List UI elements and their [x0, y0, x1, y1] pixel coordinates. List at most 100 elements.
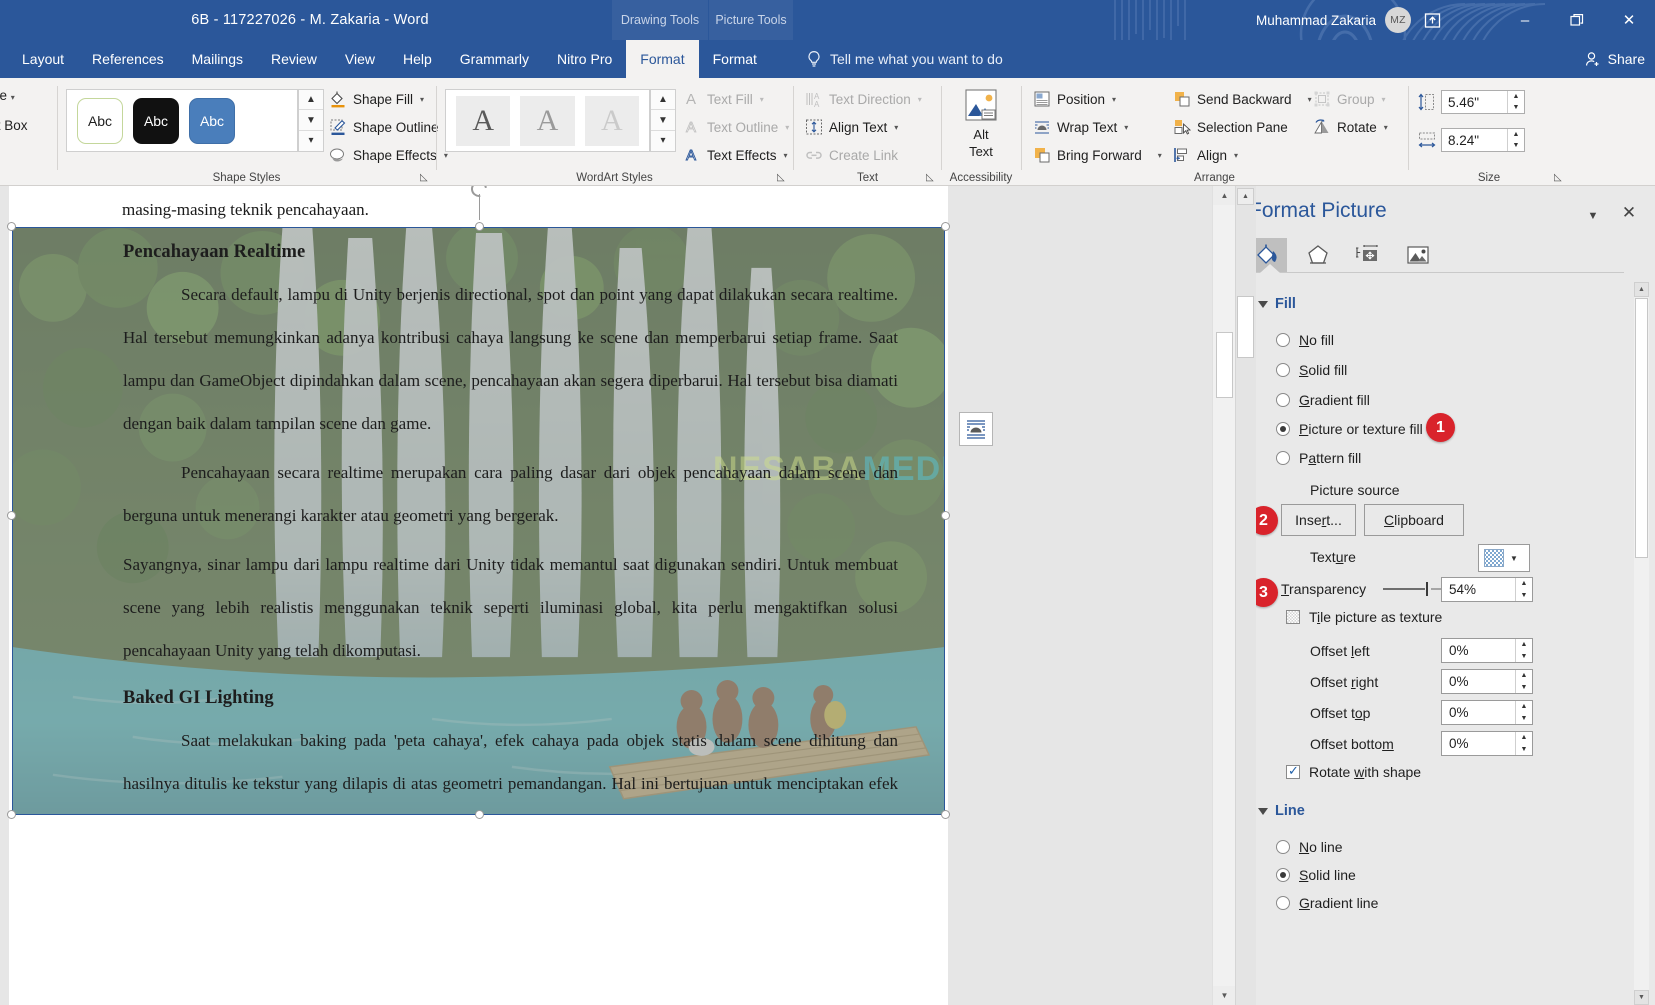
text-fill-button[interactable]: A Text Fill ▾: [680, 86, 767, 112]
wordart-dialog-launcher[interactable]: ◺: [777, 172, 789, 184]
offset-left-spinner[interactable]: ▲▼: [1515, 639, 1532, 662]
document-text-content[interactable]: Pencahayaan Realtime Secara default, lam…: [13, 228, 944, 814]
scrollbar-thumb[interactable]: [1216, 332, 1233, 398]
panel-tab-layout-properties[interactable]: [1349, 238, 1387, 272]
wordart-thumb-3[interactable]: A: [585, 96, 639, 146]
insert-picture-button[interactable]: Insert...: [1281, 504, 1356, 536]
slider-knob[interactable]: [1426, 582, 1428, 596]
panel-tab-picture[interactable]: [1399, 238, 1437, 272]
resize-handle-top-center[interactable]: [475, 222, 484, 231]
wordart-styles-gallery[interactable]: A A A: [445, 89, 650, 152]
shape-width-spinner[interactable]: ▲▼: [1507, 129, 1524, 151]
resize-handle-middle-left[interactable]: [7, 511, 16, 520]
close-button[interactable]: ✕: [1603, 0, 1655, 40]
shape-effects-button[interactable]: Shape Effects ▾: [326, 142, 451, 168]
gallery-more-icon[interactable]: ▾: [299, 131, 323, 151]
radio-gradient-fill[interactable]: Gradient fill: [1276, 392, 1370, 408]
panel-scroll-down-icon[interactable]: ▼: [1634, 990, 1649, 1005]
tab-mailings[interactable]: Mailings: [178, 40, 257, 78]
tab-format-picture[interactable]: Format: [699, 40, 771, 78]
wrap-text-button[interactable]: Wrap Text ▾: [1030, 114, 1131, 140]
clipboard-button[interactable]: Clipboard: [1364, 504, 1464, 536]
panel-outer-scrollbar[interactable]: ▲: [1236, 186, 1256, 1005]
line-section-header[interactable]: Line: [1258, 803, 1305, 819]
edit-shape-button[interactable]: pe ▾: [0, 88, 15, 103]
shape-fill-button[interactable]: Shape Fill ▾: [326, 86, 427, 112]
fill-section-header[interactable]: Fill: [1258, 296, 1296, 312]
selection-pane-button[interactable]: Selection Pane: [1170, 114, 1291, 140]
share-button[interactable]: Share: [1585, 40, 1645, 78]
resize-handle-bottom-center[interactable]: [475, 810, 484, 819]
panel-inner-scrollbar[interactable]: ▲ ▼: [1634, 282, 1649, 1005]
wordart-scroll-up-icon[interactable]: ▲: [651, 90, 675, 110]
shape-styles-gallery[interactable]: Abc Abc Abc: [66, 89, 298, 152]
radio-no-line[interactable]: No line: [1276, 839, 1343, 855]
panel-scroll-up-icon[interactable]: ▲: [1634, 282, 1649, 297]
shape-height-field[interactable]: 5.46" ▲▼: [1441, 90, 1525, 114]
selected-picture-shape[interactable]: NESABAMEDIA Pencahayaan Realtime Secara …: [12, 227, 945, 815]
wordart-gallery-scroll[interactable]: ▲ ▼ ▾: [650, 89, 676, 152]
transparency-value-field[interactable]: 54% ▲▼: [1441, 577, 1533, 602]
rotate-with-shape-checkbox[interactable]: Rotate with shape: [1286, 764, 1421, 780]
texture-picker[interactable]: ▼: [1478, 544, 1530, 572]
text-outline-button[interactable]: A Text Outline ▾: [680, 114, 792, 140]
position-button[interactable]: Position ▾: [1030, 86, 1119, 112]
layout-options-button[interactable]: [959, 412, 993, 446]
create-link-button[interactable]: Create Link: [802, 142, 901, 168]
shape-style-thumb-2[interactable]: Abc: [133, 98, 179, 144]
resize-handle-top-left[interactable]: [7, 222, 16, 231]
user-account-area[interactable]: Muhammad Zakaria MZ: [1256, 0, 1411, 40]
offset-right-field[interactable]: 0% ▲▼: [1441, 669, 1533, 694]
scroll-up-icon[interactable]: ▲: [1213, 186, 1236, 205]
size-dialog-launcher[interactable]: ◺: [1554, 172, 1566, 184]
wordart-scroll-down-icon[interactable]: ▼: [651, 110, 675, 130]
document-scrollbar[interactable]: ▲ ▼: [1212, 186, 1235, 1005]
shape-width-field[interactable]: 8.24" ▲▼: [1441, 128, 1525, 152]
wordart-thumb-2[interactable]: A: [520, 96, 574, 146]
wordart-thumb-1[interactable]: A: [456, 96, 510, 146]
text-direction-button[interactable]: A A Text Direction ▾: [802, 86, 925, 112]
bring-forward-button[interactable]: Bring Forward ▾: [1030, 142, 1165, 168]
chevron-down-icon[interactable]: ▼: [1510, 554, 1518, 563]
panel-close-button[interactable]: ✕: [1617, 201, 1641, 225]
shape-style-thumb-3[interactable]: Abc: [189, 98, 235, 144]
group-button[interactable]: Group ▾: [1310, 86, 1389, 112]
panel-scrollbar-thumb[interactable]: [1635, 298, 1648, 558]
align-text-button[interactable]: Align Text ▾: [802, 114, 901, 140]
radio-pattern-fill[interactable]: Pattern fill: [1276, 450, 1361, 466]
gallery-scroll-up-icon[interactable]: ▲: [299, 90, 323, 110]
shape-outline-button[interactable]: Shape Outline ▾: [326, 114, 453, 140]
tab-references[interactable]: References: [78, 40, 178, 78]
radio-solid-line[interactable]: Solid line: [1276, 867, 1356, 883]
offset-bottom-spinner[interactable]: ▲▼: [1515, 732, 1532, 755]
resize-handle-bottom-left[interactable]: [7, 810, 16, 819]
radio-picture-or-texture-fill[interactable]: Picture or texture fill: [1276, 421, 1423, 437]
panel-dropdown-button[interactable]: ▼: [1583, 206, 1603, 226]
radio-solid-fill[interactable]: Solid fill: [1276, 362, 1347, 378]
offset-bottom-field[interactable]: 0% ▲▼: [1441, 731, 1533, 756]
tab-view[interactable]: View: [331, 40, 389, 78]
ribbon-display-options-button[interactable]: [1412, 0, 1452, 40]
resize-handle-bottom-right[interactable]: [941, 810, 950, 819]
resize-handle-middle-right[interactable]: [941, 511, 950, 520]
shape-style-thumb-1[interactable]: Abc: [77, 98, 123, 144]
gallery-scroll-down-icon[interactable]: ▼: [299, 110, 323, 130]
outer-scroll-up-icon[interactable]: ▲: [1237, 188, 1254, 205]
transparency-spinner[interactable]: ▲▼: [1515, 578, 1532, 601]
offset-right-spinner[interactable]: ▲▼: [1515, 670, 1532, 693]
restore-button[interactable]: [1551, 0, 1603, 40]
panel-tab-effects[interactable]: [1299, 238, 1337, 272]
outer-scrollbar-thumb[interactable]: [1237, 296, 1254, 358]
tab-nitro-pro[interactable]: Nitro Pro: [543, 40, 626, 78]
tell-me-search[interactable]: Tell me what you want to do: [806, 40, 1003, 78]
scroll-down-icon[interactable]: ▼: [1213, 986, 1236, 1005]
tab-grammarly[interactable]: Grammarly: [446, 40, 543, 78]
radio-no-fill[interactable]: No fill: [1276, 332, 1334, 348]
text-effects-button[interactable]: A Text Effects ▾: [680, 142, 791, 168]
draw-text-box-button[interactable]: xt Box: [0, 118, 28, 133]
shape-styles-gallery-scroll[interactable]: ▲ ▼ ▾: [298, 89, 324, 152]
alt-text-button[interactable]: Alt Text: [950, 88, 1012, 160]
tab-review[interactable]: Review: [257, 40, 331, 78]
tile-picture-as-texture-checkbox[interactable]: Tile picture as texture: [1286, 609, 1442, 625]
shape-height-spinner[interactable]: ▲▼: [1507, 91, 1524, 113]
